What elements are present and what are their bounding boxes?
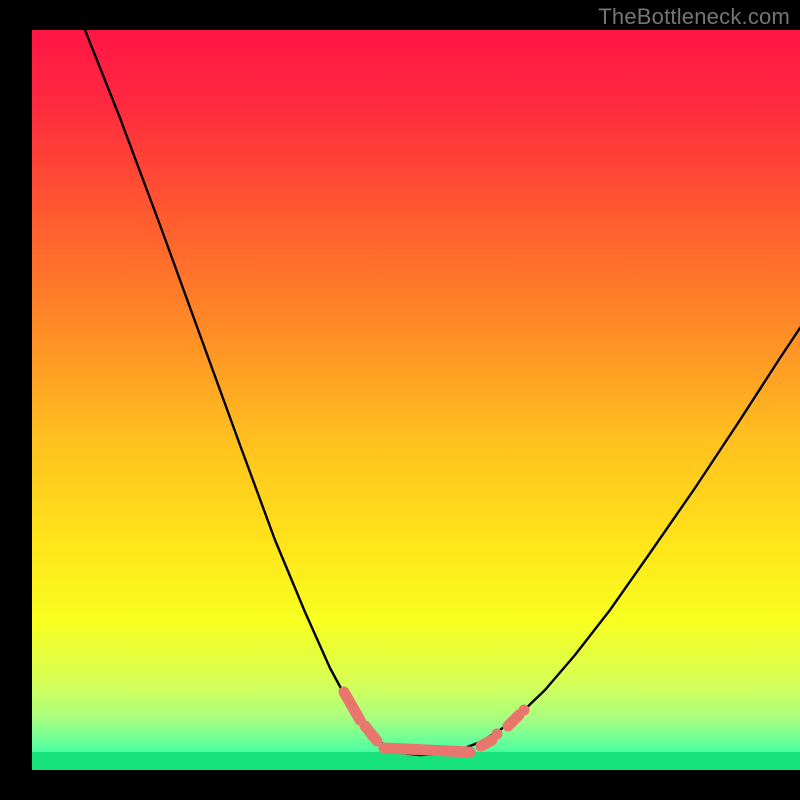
highlight-segment	[481, 740, 492, 746]
highlight-segment	[384, 748, 470, 752]
watermark-text: TheBottleneck.com	[598, 4, 790, 30]
highlight-dot	[492, 729, 503, 740]
chart-container: TheBottleneck.com	[0, 0, 800, 800]
plot-background	[32, 30, 800, 770]
highlight-dot	[519, 705, 530, 716]
highlight-segment	[508, 715, 519, 726]
bottleneck-chart	[0, 0, 800, 800]
